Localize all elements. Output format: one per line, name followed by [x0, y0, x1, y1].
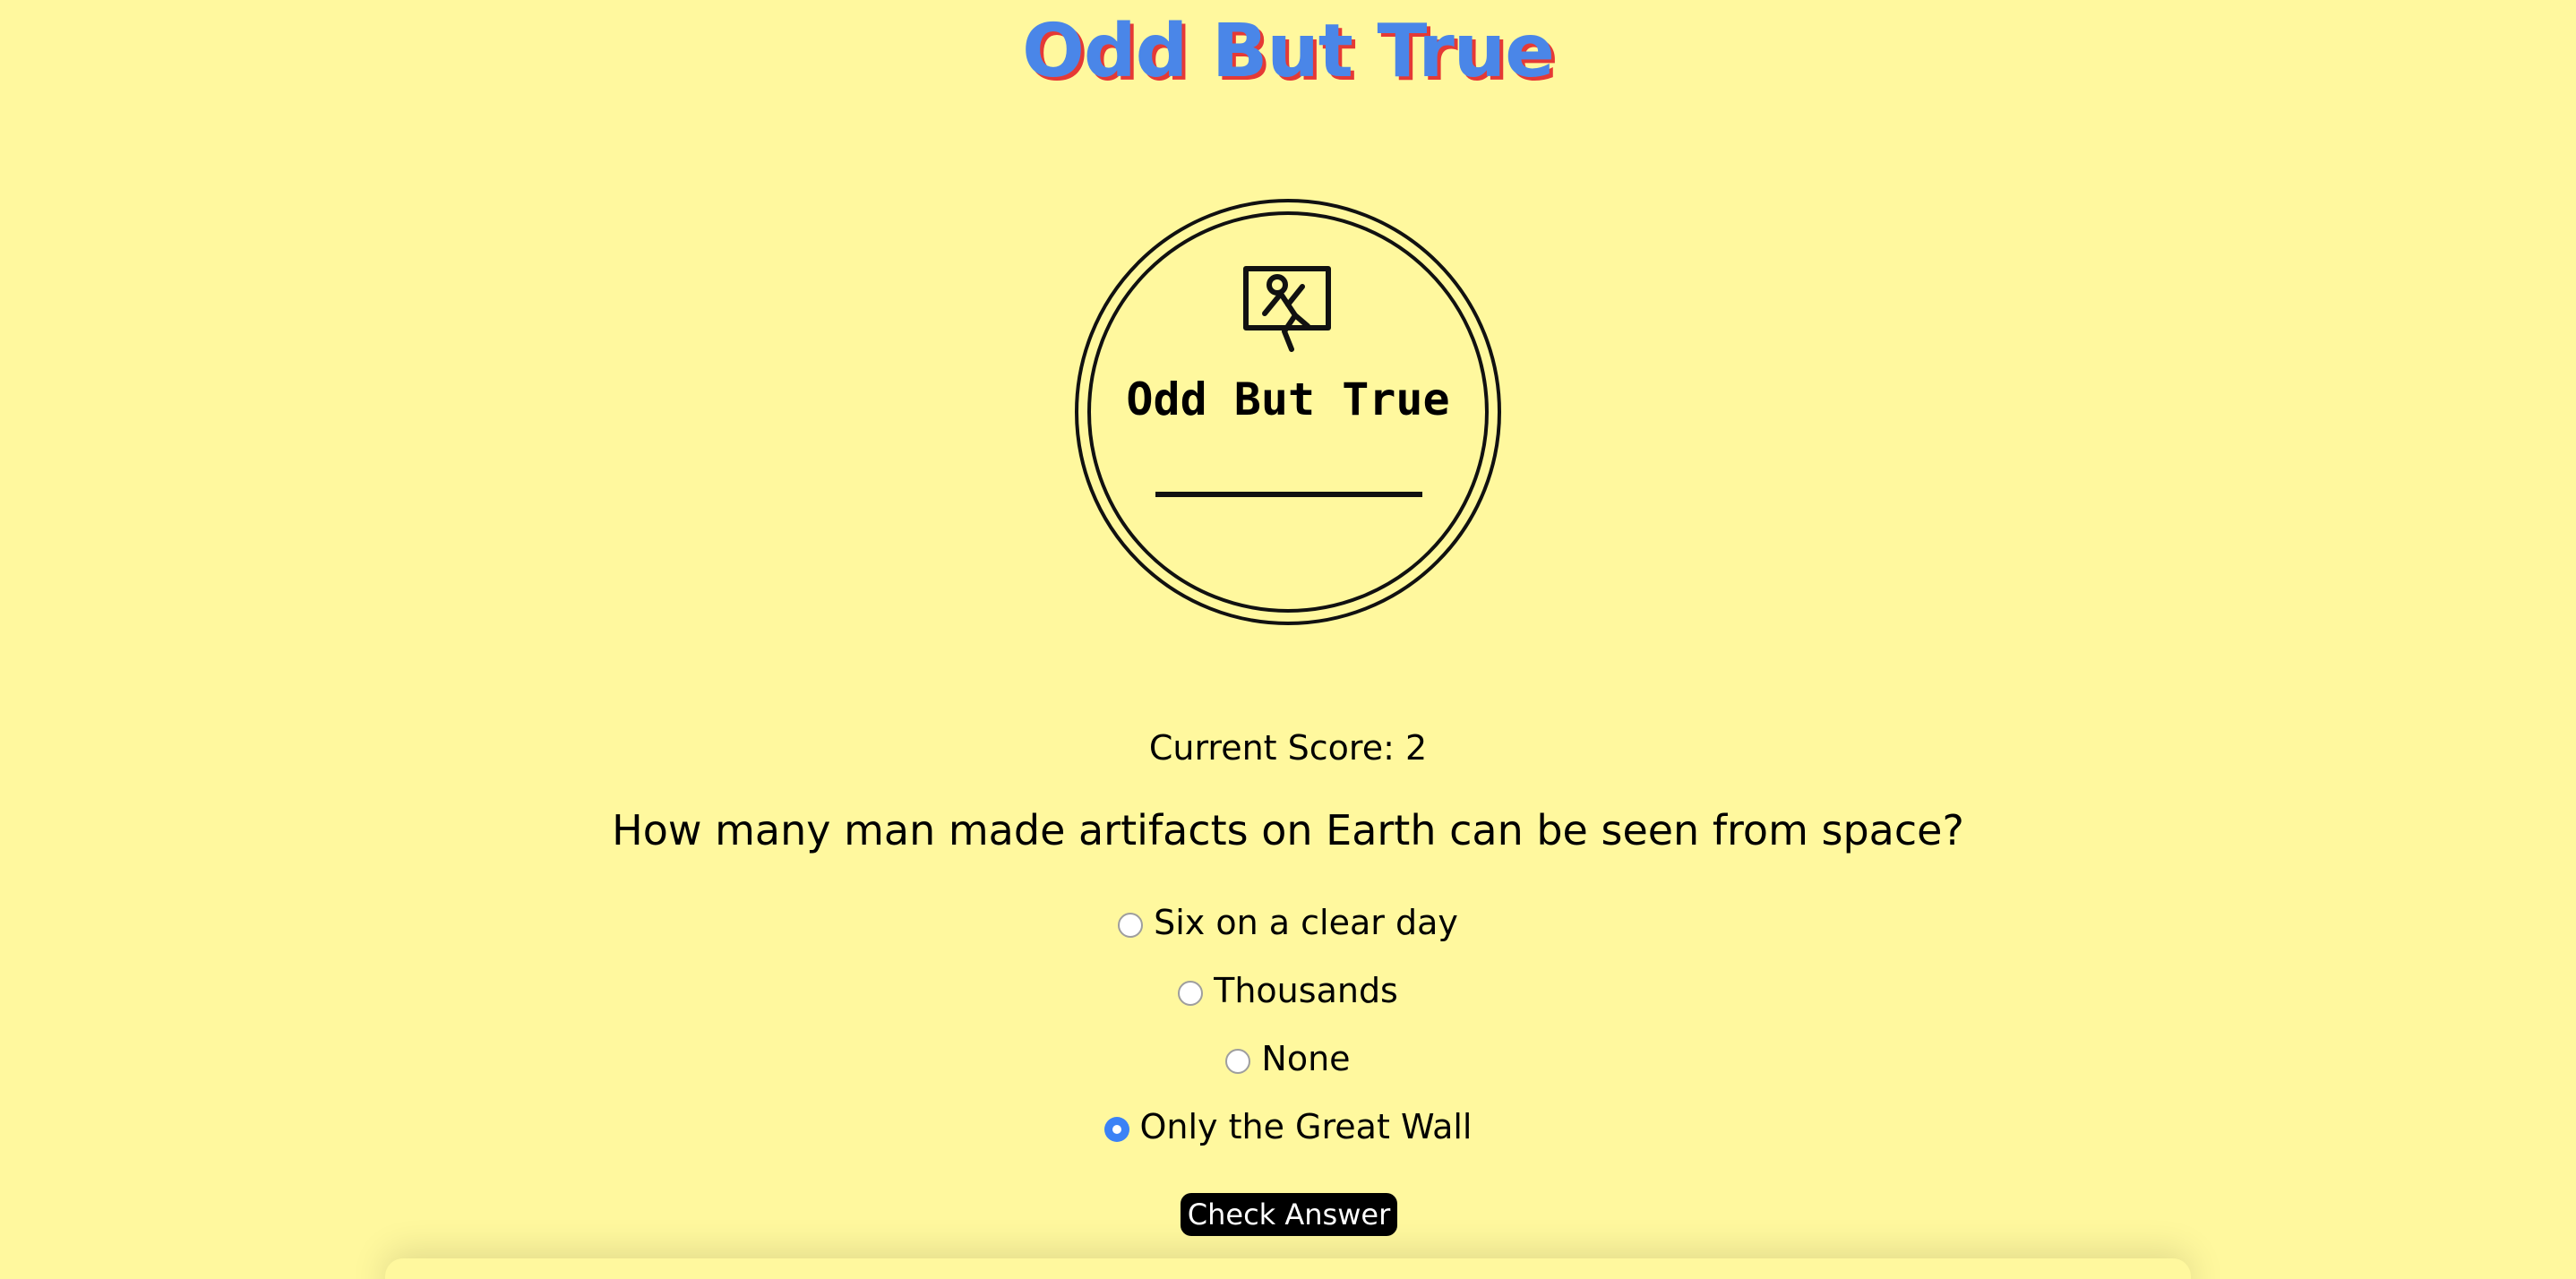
page: Odd But True Odd But True Current Score:… — [0, 0, 2576, 1279]
question-text: How many man made artifacts on Earth can… — [612, 806, 1964, 854]
radio-button[interactable] — [1103, 1117, 1129, 1142]
person-window-icon — [1243, 266, 1331, 352]
answer-option-label: Only the Great Wall — [1139, 1107, 1473, 1146]
answer-option[interactable]: Only the Great Wall — [0, 1093, 2576, 1161]
current-score: Current Score: 2 — [1148, 728, 1428, 768]
answer-option-label: None — [1261, 1039, 1351, 1078]
logo-text: Odd But True — [1126, 373, 1450, 425]
answer-options: Six on a clear day Thousands None Only t… — [0, 888, 2576, 1161]
content-card-edge — [385, 1258, 2191, 1279]
answer-option[interactable]: None — [0, 1025, 2576, 1093]
radio-button[interactable] — [1118, 913, 1144, 938]
answer-option[interactable]: Six on a clear day — [0, 888, 2576, 957]
check-answer-button[interactable]: Check Answer — [1181, 1193, 1397, 1236]
answer-option-label: Thousands — [1214, 971, 1398, 1010]
radio-button[interactable] — [1178, 981, 1204, 1006]
logo: Odd But True — [1073, 197, 1503, 627]
answer-option[interactable]: Thousands — [0, 957, 2576, 1025]
site-title: Odd But True — [1022, 9, 1555, 94]
radio-button[interactable] — [1225, 1049, 1251, 1074]
answer-option-label: Six on a clear day — [1154, 903, 1458, 942]
